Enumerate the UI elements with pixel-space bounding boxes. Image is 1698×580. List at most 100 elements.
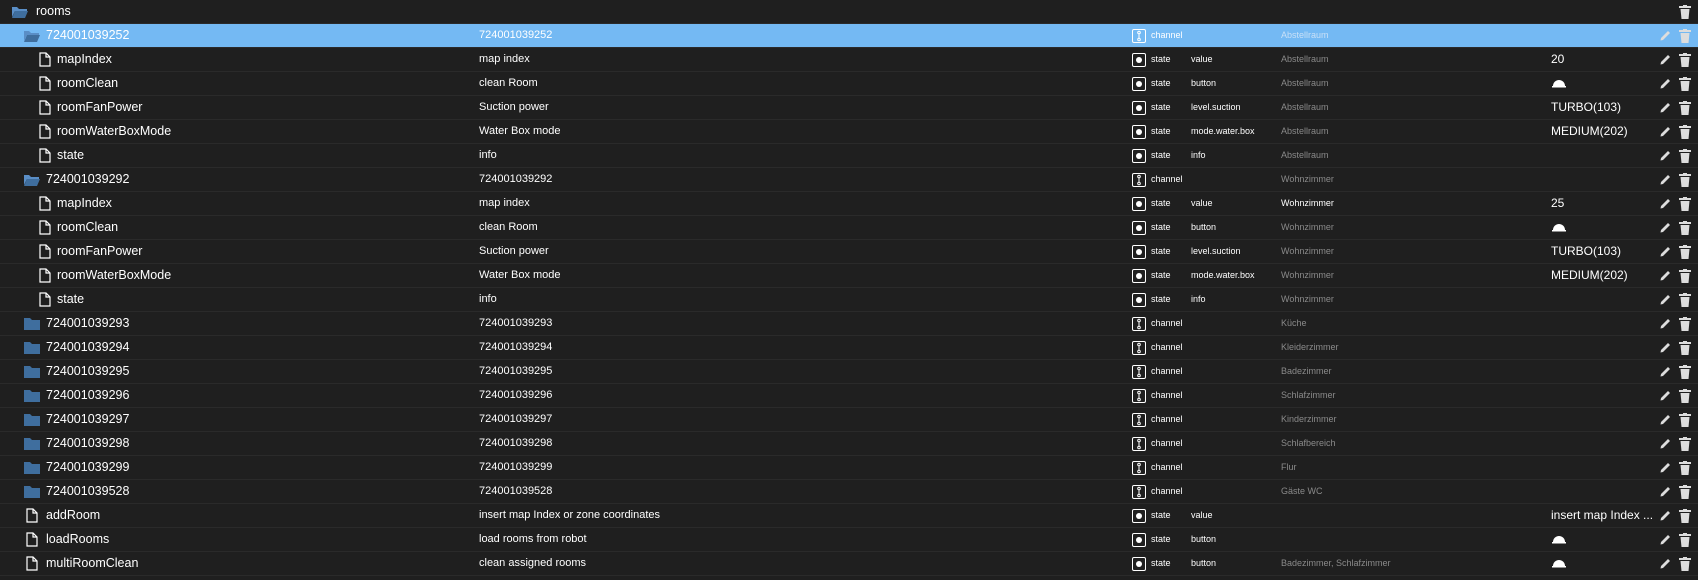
folder-icon[interactable]	[22, 432, 42, 455]
edit-icon[interactable]	[1658, 384, 1672, 407]
tree-row[interactable]: 724001039294 724001039294 channel Kleiderzi…	[0, 336, 1698, 360]
folder-icon[interactable]	[22, 480, 42, 503]
tree-row[interactable]: state info state info Abstellraum	[0, 144, 1698, 168]
edit-icon[interactable]	[1658, 144, 1672, 167]
delete-icon[interactable]	[1678, 72, 1692, 95]
tree-row[interactable]: roomWaterBoxMode Water Box mode state mode.…	[0, 264, 1698, 288]
delete-icon[interactable]	[1678, 432, 1692, 455]
edit-icon[interactable]	[1658, 528, 1672, 551]
tree-row[interactable]: 724001039295 724001039295 channel Badezimme…	[0, 360, 1698, 384]
folder-icon[interactable]	[22, 336, 42, 359]
delete-icon[interactable]	[1678, 192, 1692, 215]
delete-icon[interactable]	[1678, 384, 1692, 407]
tree-row[interactable]: roomClean clean Room state button Wohnzimmer	[0, 216, 1698, 240]
object-name: clean assigned rooms	[479, 557, 587, 569]
edit-icon[interactable]	[1658, 456, 1672, 479]
object-name: 724001039296	[479, 389, 553, 401]
tree-row-root[interactable]: rooms	[0, 0, 1698, 24]
delete-icon[interactable]	[1678, 408, 1692, 431]
object-value[interactable]: 25	[1551, 192, 1564, 215]
edit-icon[interactable]	[1658, 336, 1672, 359]
tree-row[interactable]: 724001039298 724001039298 channel Schlafber…	[0, 432, 1698, 456]
delete-icon[interactable]	[1678, 456, 1692, 479]
tree-row[interactable]: roomClean clean Room state button Abstellrau…	[0, 72, 1698, 96]
tree-row[interactable]: 724001039299 724001039299 channel Flur	[0, 456, 1698, 480]
button-push-icon[interactable]	[1551, 558, 1567, 570]
edit-icon[interactable]	[1658, 120, 1672, 143]
edit-icon[interactable]	[1658, 72, 1672, 95]
delete-icon[interactable]	[1678, 168, 1692, 191]
button-push-icon[interactable]	[1551, 222, 1567, 234]
delete-icon[interactable]	[1678, 504, 1692, 527]
edit-icon[interactable]	[1658, 168, 1672, 191]
delete-icon[interactable]	[1678, 264, 1692, 287]
edit-icon[interactable]	[1658, 240, 1672, 263]
object-value[interactable]: 20	[1551, 48, 1564, 71]
tree-row[interactable]: 724001039528 724001039528 channel Gäste WC	[0, 480, 1698, 504]
edit-icon[interactable]	[1658, 192, 1672, 215]
button-push-icon[interactable]	[1551, 534, 1567, 546]
delete-icon[interactable]	[1678, 528, 1692, 551]
tree-row[interactable]: multiRoomClean clean assigned rooms state b…	[0, 552, 1698, 576]
object-name: Water Box mode	[479, 125, 561, 137]
tree-row[interactable]: 724001039297 724001039297 channel Kinderzim…	[0, 408, 1698, 432]
edit-icon[interactable]	[1658, 408, 1672, 431]
object-role: value	[1191, 510, 1213, 520]
tree-row[interactable]: state info state info Wohnzimmer	[0, 288, 1698, 312]
delete-icon[interactable]	[1678, 336, 1692, 359]
delete-icon[interactable]	[1678, 288, 1692, 311]
folder-open-icon[interactable]	[22, 24, 42, 47]
edit-icon[interactable]	[1658, 96, 1672, 119]
edit-icon[interactable]	[1658, 264, 1672, 287]
object-value[interactable]: TURBO(103)	[1551, 240, 1621, 263]
object-name: Water Box mode	[479, 269, 561, 281]
tree-row[interactable]: 724001039292 724001039292 channel Wohnzimme…	[0, 168, 1698, 192]
folder-open-icon[interactable]	[10, 0, 30, 23]
folder-icon[interactable]	[22, 456, 42, 479]
delete-icon[interactable]	[1678, 24, 1692, 47]
delete-icon[interactable]	[1678, 360, 1692, 383]
folder-icon[interactable]	[22, 384, 42, 407]
tree-row[interactable]: mapIndex map index state value Abstellraum 20	[0, 48, 1698, 72]
tree-row[interactable]: 724001039296 724001039296 channel Schlafzim…	[0, 384, 1698, 408]
edit-icon[interactable]	[1658, 360, 1672, 383]
delete-icon[interactable]	[1678, 480, 1692, 503]
edit-icon[interactable]	[1658, 312, 1672, 335]
delete-icon[interactable]	[1678, 312, 1692, 335]
tree-row[interactable]: roomWaterBoxMode Water Box mode state mode.…	[0, 120, 1698, 144]
delete-icon[interactable]	[1678, 48, 1692, 71]
tree-row[interactable]: 724001039252 724001039252 channel Abstellra…	[0, 24, 1698, 48]
object-value[interactable]: TURBO(103)	[1551, 96, 1621, 119]
folder-icon[interactable]	[22, 360, 42, 383]
tree-row[interactable]: mapIndex map index state value Wohnzimmer 25	[0, 192, 1698, 216]
delete-icon[interactable]	[1678, 216, 1692, 239]
tree-row[interactable]: roomFanPower Suction power state level.suct…	[0, 240, 1698, 264]
folder-icon[interactable]	[22, 408, 42, 431]
edit-icon[interactable]	[1658, 216, 1672, 239]
object-value[interactable]: MEDIUM(202)	[1551, 264, 1628, 287]
delete-icon[interactable]	[1678, 0, 1692, 23]
button-push-icon[interactable]	[1551, 78, 1567, 90]
edit-icon[interactable]	[1658, 432, 1672, 455]
delete-icon[interactable]	[1678, 120, 1692, 143]
folder-icon[interactable]	[22, 312, 42, 335]
tree-row[interactable]: loadRooms load rooms from robot state butto…	[0, 528, 1698, 552]
edit-icon[interactable]	[1658, 480, 1672, 503]
edit-icon[interactable]	[1658, 288, 1672, 311]
edit-icon[interactable]	[1658, 552, 1672, 575]
folder-open-icon[interactable]	[22, 168, 42, 191]
edit-icon[interactable]	[1658, 504, 1672, 527]
edit-icon[interactable]	[1658, 24, 1672, 47]
tree-row[interactable]: roomFanPower Suction power state level.suct…	[0, 96, 1698, 120]
delete-icon[interactable]	[1678, 240, 1692, 263]
delete-icon[interactable]	[1678, 144, 1692, 167]
delete-icon[interactable]	[1678, 96, 1692, 119]
tree-row[interactable]: 724001039293 724001039293 channel Küche	[0, 312, 1698, 336]
object-type: state	[1151, 558, 1171, 568]
object-value[interactable]: MEDIUM(202)	[1551, 120, 1628, 143]
object-room: Abstellraum	[1281, 150, 1329, 160]
object-value[interactable]: insert map Index ...	[1551, 504, 1653, 527]
tree-row[interactable]: addRoom insert map Index or zone coordina…	[0, 504, 1698, 528]
delete-icon[interactable]	[1678, 552, 1692, 575]
edit-icon[interactable]	[1658, 48, 1672, 71]
